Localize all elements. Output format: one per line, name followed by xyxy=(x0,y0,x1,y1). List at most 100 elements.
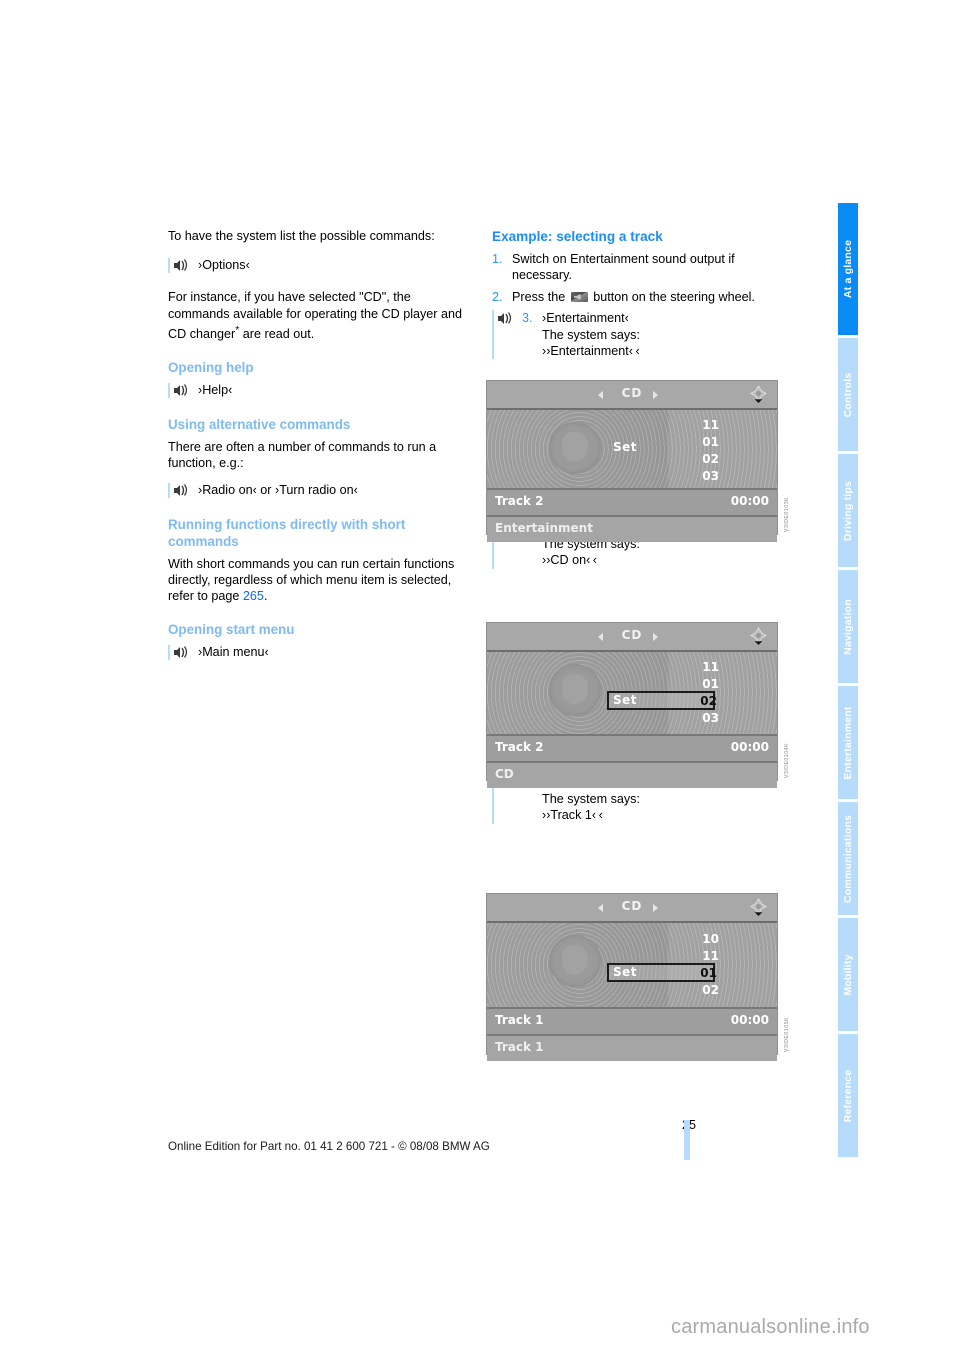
instance-paragraph: For instance, if you have selected "CD",… xyxy=(168,289,474,342)
current-track-label: Track 2 xyxy=(495,740,544,754)
display-status-bar: Track 1 xyxy=(487,1036,777,1061)
voice-command-radio: ›Radio on‹ or ›Turn radio on‹ xyxy=(168,482,474,500)
page-reference-link[interactable]: 265 xyxy=(243,589,264,603)
voice-command-text: ›Main menu‹ xyxy=(198,644,269,659)
left-text-column: To have the system list the possible com… xyxy=(168,228,474,676)
compass-icon xyxy=(750,898,767,916)
section-tab-strip: At a glance Controls Driving tips Naviga… xyxy=(838,203,858,1157)
tab-entertainment[interactable]: Entertainment xyxy=(838,686,858,799)
display-title: CD xyxy=(621,628,643,642)
step-number: 2. xyxy=(492,289,503,304)
display-status-bar: Entertainment xyxy=(487,517,777,542)
next-arrow-icon xyxy=(653,633,658,641)
voice-command-gutter xyxy=(492,310,514,360)
elapsed-time: 00:00 xyxy=(730,1013,769,1027)
voice-command-icon xyxy=(168,644,188,660)
track-number[interactable]: 10 xyxy=(693,931,719,948)
step-1: 1. Switch on Entertainment sound output … xyxy=(492,251,784,284)
tab-label: Communications xyxy=(842,814,854,903)
current-track-label: Track 2 xyxy=(495,494,544,508)
tab-label: Navigation xyxy=(842,598,854,655)
step-2: 2. Press the button on the steering whee… xyxy=(492,289,784,305)
step-line: ›Entertainment‹ xyxy=(542,311,629,326)
example-heading: Example: selecting a track xyxy=(492,229,663,244)
current-track-label: Track 1 xyxy=(495,1013,544,1027)
voice-command-text: ›Help‹ xyxy=(198,382,233,397)
step-line: ››Track 1‹ ‹ xyxy=(542,808,603,823)
step-line: ››CD on‹ ‹ xyxy=(542,553,597,568)
figure-reference-code: V3IDE0103K xyxy=(784,496,790,532)
heading-start-menu: Opening start menu xyxy=(168,621,295,637)
tab-driving-tips[interactable]: Driving tips xyxy=(838,454,858,567)
track-number[interactable]: 03 xyxy=(693,710,719,727)
display-header: CD xyxy=(487,381,777,410)
step-text: Switch on Entertainment sound output if … xyxy=(512,252,735,283)
track-number[interactable]: 02 xyxy=(693,982,719,999)
display-track-bar: Track 1 00:00 xyxy=(487,1007,777,1036)
status-text: Entertainment xyxy=(495,521,593,535)
tab-label: Driving tips xyxy=(842,480,854,541)
compass-icon xyxy=(750,627,767,645)
voice-command-main-menu: ›Main menu‹ xyxy=(168,644,474,662)
step-lines: ›Entertainment‹ The system says: ››Enter… xyxy=(542,310,640,359)
tab-label: Controls xyxy=(842,372,854,417)
site-watermark: carmanualsonline.info xyxy=(671,1316,870,1338)
step-number: 1. xyxy=(492,252,503,266)
idrive-display-2: CD 11 01 03 Set 02 Track 2 00:00 CD V3ID… xyxy=(486,622,790,788)
instance-text-part1: For instance, if you have selected "CD",… xyxy=(168,290,463,342)
display-header: CD xyxy=(487,894,777,923)
voice-command-icon xyxy=(168,382,188,398)
track-number[interactable]: 02 xyxy=(693,451,719,468)
intro-paragraph: To have the system list the possible com… xyxy=(168,229,435,243)
step-number: 3. xyxy=(522,311,533,326)
idrive-display-3: CD 10 11 02 Set 01 Track 1 00:00 Track 1… xyxy=(486,893,790,1061)
step-line: ››Entertainment‹ ‹ xyxy=(542,344,640,359)
track-number[interactable]: 11 xyxy=(693,659,719,676)
tab-reference[interactable]: Reference xyxy=(838,1034,858,1157)
cd-disc-graphic xyxy=(549,664,601,716)
step-3: 3. ›Entertainment‹ The system says: ››En… xyxy=(492,310,784,360)
alternative-paragraph: There are often a number of commands to … xyxy=(168,439,437,471)
voice-command-text: ›Radio on‹ or ›Turn radio on‹ xyxy=(198,482,358,497)
voice-command-options: ›Options‹ xyxy=(168,257,474,275)
steering-wheel-button-icon xyxy=(570,291,588,302)
track-number[interactable]: 11 xyxy=(693,417,719,434)
voice-command-icon xyxy=(168,482,188,498)
tab-at-a-glance[interactable]: At a glance xyxy=(838,203,858,335)
step-text-after: button on the steering wheel. xyxy=(589,289,755,304)
voice-command-text: ›Options‹ xyxy=(198,258,250,273)
elapsed-time: 00:00 xyxy=(730,494,769,508)
tab-controls[interactable]: Controls xyxy=(838,338,858,451)
track-number[interactable]: 03 xyxy=(693,468,719,485)
idrive-display-1: CD Set 11 01 02 03 Track 2 00:00 Enterta… xyxy=(486,380,790,542)
heading-opening-help: Opening help xyxy=(168,359,254,375)
heading-alternative-commands: Using alternative commands xyxy=(168,416,351,432)
tab-label: Entertainment xyxy=(842,705,854,780)
status-text: Track 1 xyxy=(495,1040,544,1054)
tab-label: At a glance xyxy=(842,239,854,299)
display-body: 10 11 02 Set 01 xyxy=(487,923,777,1007)
elapsed-time: 00:00 xyxy=(730,740,769,754)
tab-mobility[interactable]: Mobility xyxy=(838,918,858,1031)
display-status-bar: CD xyxy=(487,763,777,788)
compass-icon xyxy=(750,385,767,403)
display-title: CD xyxy=(621,899,643,913)
short-text-before: With short commands you can run certain … xyxy=(168,556,455,604)
tab-navigation[interactable]: Navigation xyxy=(838,570,858,683)
short-commands-paragraph: With short commands you can run certain … xyxy=(168,556,474,605)
cd-disc-graphic xyxy=(549,422,601,474)
tab-communications[interactable]: Communications xyxy=(838,802,858,915)
voice-command-icon xyxy=(168,258,188,274)
status-text: CD xyxy=(495,767,514,781)
next-arrow-icon xyxy=(653,391,658,399)
track-number[interactable]: 01 xyxy=(693,434,719,451)
instance-text-part2: are read out. xyxy=(239,327,315,342)
display-track-bar: Track 2 00:00 xyxy=(487,734,777,763)
step-line: The system says: xyxy=(542,327,640,342)
voice-command-help: ›Help‹ xyxy=(168,382,474,400)
tab-label: Mobility xyxy=(842,953,854,996)
figure-reference-code: V3IDE0105K xyxy=(784,1016,790,1052)
set-label: Set xyxy=(613,440,638,454)
manual-page: At a glance Controls Driving tips Naviga… xyxy=(0,0,960,1358)
heading-short-commands: Running functions directly with short co… xyxy=(168,516,406,549)
